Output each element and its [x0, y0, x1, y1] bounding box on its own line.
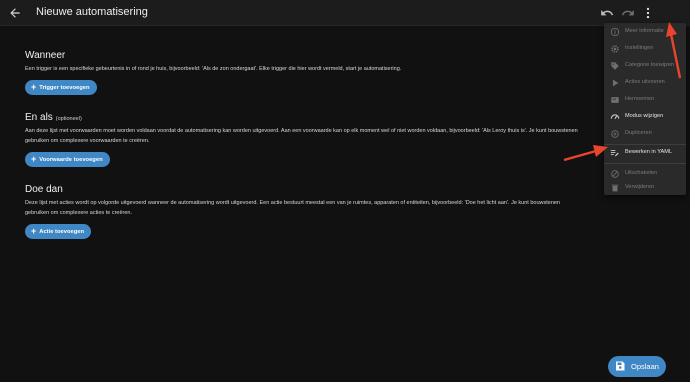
add-action-label: Actie toevoegen	[39, 228, 85, 235]
section-trigger: Wanneer Een trigger is een specifieke ge…	[25, 50, 645, 95]
add-condition-label: Voorwaarde toevoegen	[39, 156, 103, 163]
section-title-text: En als	[25, 112, 53, 123]
menu-item-label: Modus wijzigen	[625, 113, 664, 119]
menu-item-label: Uitschakelen	[625, 170, 658, 176]
tag-icon	[611, 62, 619, 70]
back-arrow-icon[interactable]	[8, 6, 22, 20]
menu-item-delete[interactable]: Verwijderen	[604, 180, 686, 196]
add-action-button[interactable]: + Actie toevoegen	[25, 224, 92, 239]
section-title: Doe dan	[25, 184, 645, 195]
menu-item-label: Hernoemen	[625, 96, 655, 102]
menu-item-label: Instellingen	[625, 45, 654, 51]
play-icon	[612, 79, 619, 87]
section-condition: En als (optioneel) Aan deze lijst met voo…	[25, 112, 645, 167]
section-title-text: Wanneer	[25, 50, 66, 61]
info-icon	[610, 27, 620, 37]
more-vertical-icon[interactable]	[641, 6, 655, 20]
menu-item-rename[interactable]: Hernoemen	[604, 92, 686, 108]
section-description: Een trigger is een specifieke gebeurteni…	[25, 66, 402, 72]
menu-item-duplicate[interactable]: Dupliceren	[604, 126, 686, 142]
menu-divider	[604, 163, 686, 164]
annotation-arrow	[666, 22, 682, 79]
duplicate-icon	[611, 130, 619, 138]
plus-icon: +	[31, 226, 37, 236]
section-title-text: Doe dan	[25, 184, 63, 195]
undo-icon[interactable]	[600, 6, 614, 20]
section-description: Aan deze lijst met voorwaarden moet word…	[25, 128, 578, 144]
rename-icon	[611, 97, 619, 103]
section-action: Doe dan Deze lijst met acties wordt op v…	[25, 184, 645, 239]
section-title: Wanneer	[25, 50, 645, 61]
save-button[interactable]: Opslaan	[608, 356, 666, 377]
menu-item-label: Bewerken in YAML	[625, 149, 673, 155]
disable-icon	[611, 170, 619, 178]
menu-item-label: Verwijderen	[625, 184, 655, 190]
section-description: Deze lijst met acties wordt op volgorde …	[25, 200, 560, 216]
gear-icon	[611, 45, 619, 53]
add-trigger-label: Trigger toevoegen	[39, 84, 90, 91]
menu-item-label: Dupliceren	[625, 130, 652, 136]
section-title: En als (optioneel)	[25, 112, 645, 123]
save-icon	[616, 361, 625, 371]
plus-icon: +	[31, 82, 37, 92]
annotation-arrow	[563, 145, 608, 162]
add-condition-button[interactable]: + Voorwaarde toevoegen	[25, 152, 110, 167]
menu-item-change-mode[interactable]: Modus wijzigen	[604, 109, 686, 125]
menu-item-edit-yaml[interactable]: Bewerken in YAML	[604, 145, 686, 161]
redo-icon[interactable]	[621, 6, 635, 20]
menu-item-label: Acties uitvoeren	[625, 79, 665, 85]
edit-list-icon	[610, 150, 619, 157]
add-trigger-button[interactable]: + Trigger toevoegen	[25, 80, 97, 95]
trash-icon	[611, 184, 619, 192]
save-label: Opslaan	[631, 362, 659, 371]
plus-icon: +	[31, 154, 37, 164]
menu-item-label: Meer informatie	[625, 28, 664, 34]
section-subtitle: (optioneel)	[55, 116, 82, 122]
speedometer-icon	[610, 114, 620, 119]
top-app-bar: Nieuwe automatisering	[0, 0, 690, 26]
page-title: Nieuwe automatisering	[36, 6, 148, 18]
